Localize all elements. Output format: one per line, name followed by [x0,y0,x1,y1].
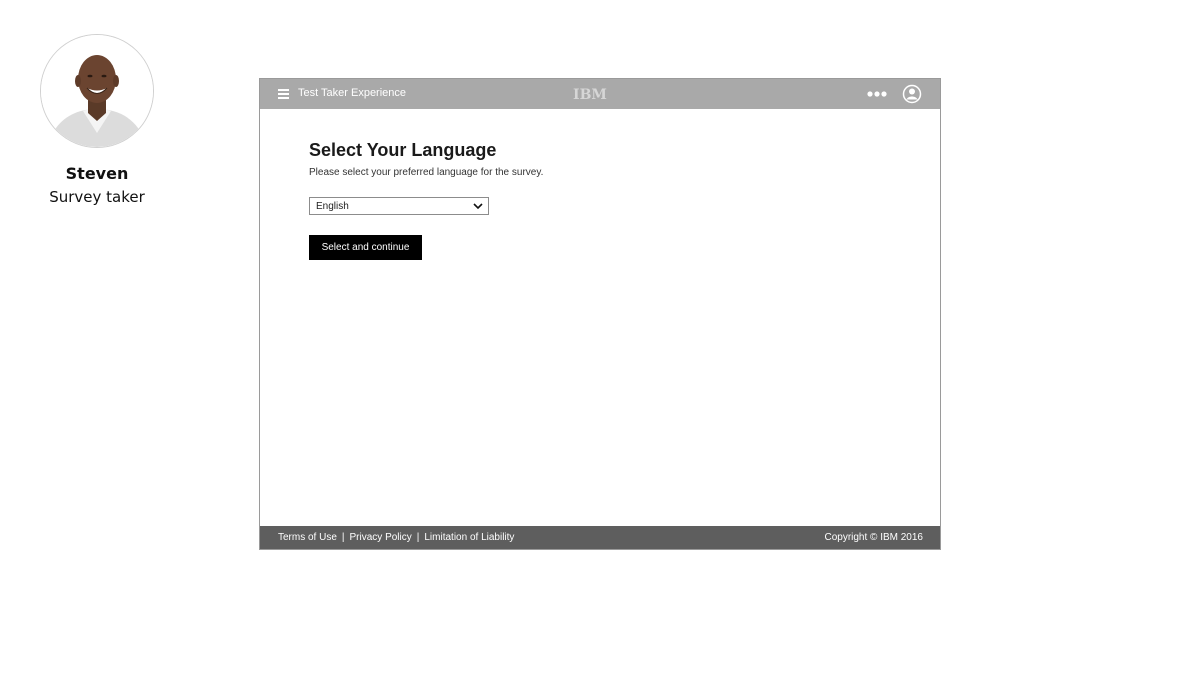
footer-separator: | [416,532,420,543]
top-navigation-bar: Test Taker Experience IBM [260,79,940,109]
main-content: Select Your Language Please select your … [309,139,544,260]
limitation-of-liability-link[interactable]: Limitation of Liability [424,532,514,543]
svg-text:IBM: IBM [573,87,607,103]
terms-of-use-link[interactable]: Terms of Use [278,532,337,543]
hamburger-menu-icon[interactable] [278,89,289,99]
page-title: Select Your Language [309,140,497,160]
app-title: Test Taker Experience [298,87,407,99]
footer-links: Terms of Use | Privacy Policy | Limitation o… [278,532,514,543]
page-subtitle: Please select your preferred language fo… [309,167,544,178]
ibm-logo: IBM [573,87,607,103]
language-select[interactable]: English [309,197,489,215]
footer: Terms of Use | Privacy Policy | Limitation o… [260,526,940,549]
persona-photo [41,35,153,147]
language-select-value: English [316,201,349,212]
persona-card: Steven Survey taker [40,34,154,206]
chevron-down-icon [473,203,483,210]
copyright-text: Copyright © IBM 2016 [824,532,923,543]
user-profile-icon[interactable] [902,84,922,104]
persona-role: Survey taker [49,188,145,206]
persona-name: Steven [65,164,129,183]
footer-separator: | [341,532,345,543]
app-window: Test Taker Experience IBM Select Your La… [259,78,941,550]
avatar [40,34,154,148]
privacy-policy-link[interactable]: Privacy Policy [350,532,412,543]
select-and-continue-button[interactable]: Select and continue [309,235,422,260]
more-options-icon[interactable] [867,88,887,100]
